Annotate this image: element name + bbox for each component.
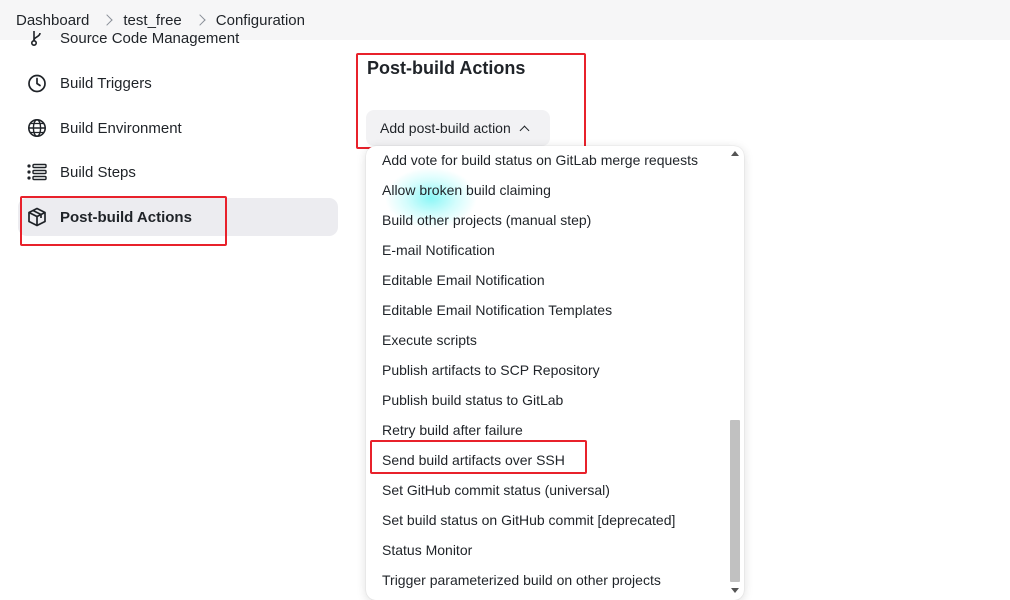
sidebar-item-label: Post-build Actions <box>60 208 192 226</box>
menu-item[interactable]: Retry build after failure <box>382 415 523 445</box>
page-title: Post-build Actions <box>367 58 526 78</box>
sidebar-item-post-build-actions[interactable]: Post-build Actions <box>18 198 338 236</box>
post-build-action-menu: Add vote for build status on GitLab merg… <box>366 146 744 600</box>
menu-item-send-build-artifacts-over-ssh[interactable]: Send build artifacts over SSH <box>382 445 565 475</box>
menu-item[interactable]: Editable Email Notification Templates <box>382 295 612 325</box>
list-icon <box>26 161 48 183</box>
sidebar-item-build-environment[interactable]: Build Environment <box>18 109 338 147</box>
sidebar-item-label: Build Environment <box>60 119 182 137</box>
sidebar-item-build-triggers[interactable]: Build Triggers <box>18 64 338 102</box>
sidebar-item-label: Build Triggers <box>60 74 152 92</box>
sidebar-item-label: Source Code Management <box>60 29 240 47</box>
menu-item[interactable]: Trigger parameterized build on other pro… <box>382 565 661 595</box>
menu-item[interactable]: Publish artifacts to SCP Repository <box>382 355 600 385</box>
menu-item[interactable]: E-mail Notification <box>382 235 495 265</box>
menu-item[interactable]: Build other projects (manual step) <box>382 205 591 235</box>
menu-item[interactable]: Set build status on GitHub commit [depre… <box>382 505 675 535</box>
menu-item[interactable]: Add vote for build status on GitLab merg… <box>382 146 698 175</box>
globe-icon <box>26 117 48 139</box>
menu-item[interactable]: Publish build status to GitLab <box>382 385 563 415</box>
scroll-down-arrow-icon[interactable] <box>731 588 739 593</box>
menu-item[interactable]: Allow broken build claiming <box>382 175 551 205</box>
scroll-thumb[interactable] <box>730 420 740 582</box>
sidebar-item-source-code-management[interactable]: Source Code Management <box>18 19 338 57</box>
menu-item[interactable]: Editable Email Notification <box>382 265 545 295</box>
clock-icon <box>26 72 48 94</box>
sidebar-item-build-steps[interactable]: Build Steps <box>18 153 338 191</box>
scroll-up-arrow-icon[interactable] <box>731 151 739 156</box>
add-post-build-action-button[interactable]: Add post-build action <box>366 110 550 146</box>
package-icon <box>26 206 48 228</box>
sidebar: Source Code Management Build Triggers Bu… <box>0 30 345 600</box>
menu-item[interactable]: Execute scripts <box>382 325 477 355</box>
menu-item[interactable]: Status Monitor <box>382 535 472 565</box>
chevron-up-icon <box>519 125 530 135</box>
add-button-label: Add post-build action <box>380 120 511 136</box>
branch-icon <box>26 27 48 49</box>
sidebar-item-label: Build Steps <box>60 163 136 181</box>
menu-scrollbar[interactable] <box>728 146 742 600</box>
menu-item[interactable]: Set GitHub commit status (universal) <box>382 475 610 505</box>
